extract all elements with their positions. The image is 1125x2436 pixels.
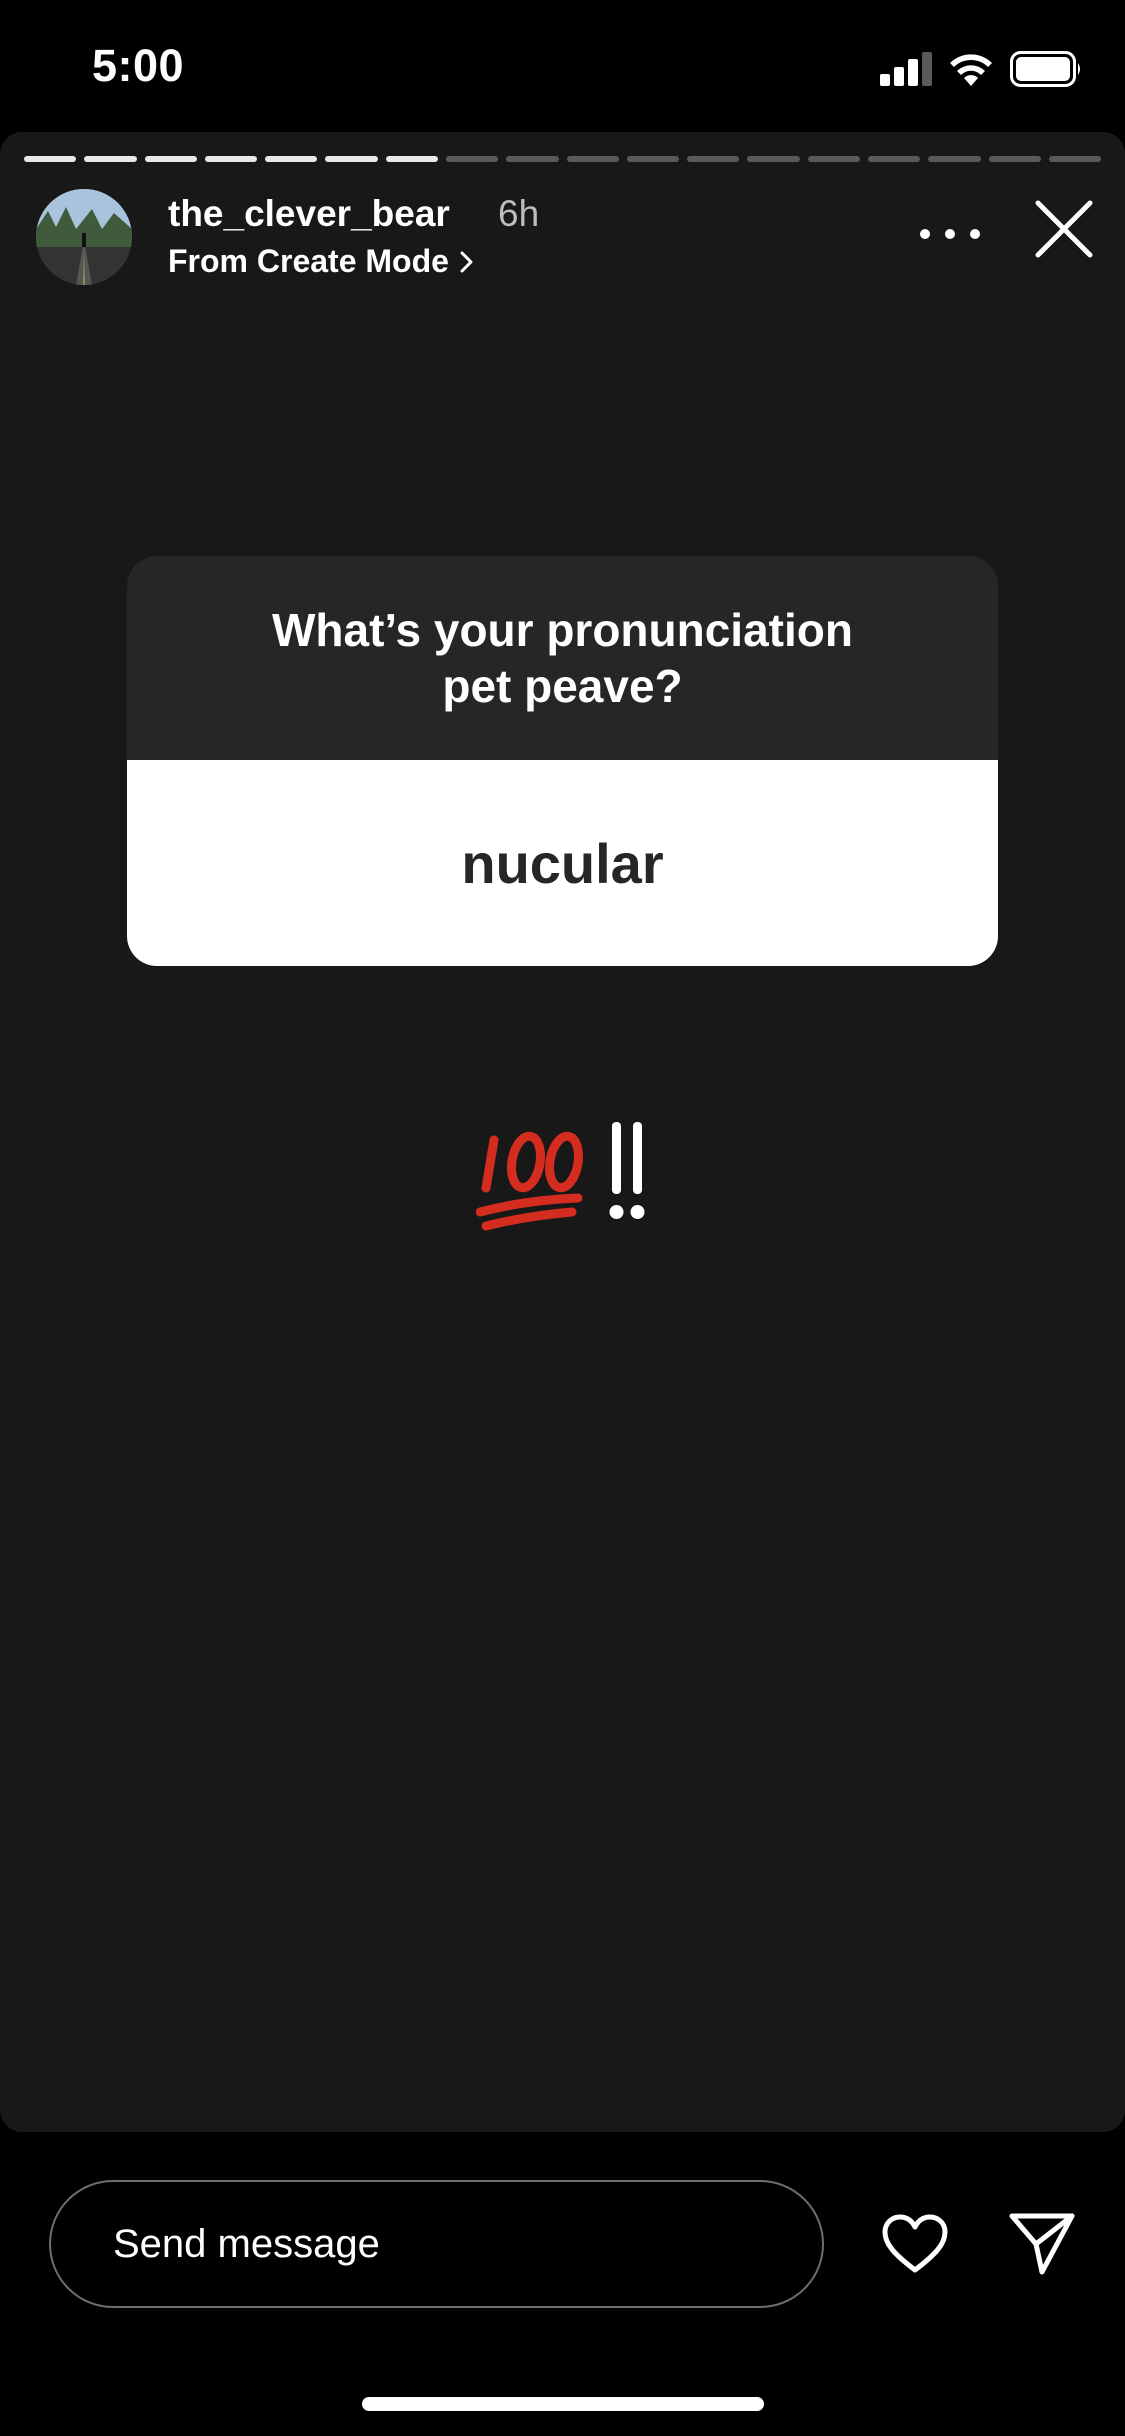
progress-segment: [1048, 156, 1102, 162]
wifi-icon: [950, 54, 992, 86]
close-icon[interactable]: [1032, 197, 1096, 261]
avatar-image: [36, 189, 132, 285]
double-exclamation: [609, 1122, 645, 1219]
avatar[interactable]: [36, 189, 132, 285]
progress-segment: [807, 156, 860, 162]
progress-segment: [325, 156, 378, 162]
more-dot: [970, 229, 980, 239]
progress-segment: [84, 156, 137, 162]
more-dot: [920, 229, 930, 239]
progress-segment: [445, 156, 499, 162]
create-mode-link[interactable]: From Create Mode: [168, 243, 475, 280]
progress-segment: [626, 156, 680, 162]
more-dot: [945, 229, 955, 239]
screen: 5:00 the_clever_bear 6h From Create Mode…: [0, 0, 1125, 2436]
sticker-answer: nucular: [127, 760, 998, 966]
battery-icon: [1010, 51, 1080, 87]
progress-segment: [24, 156, 77, 162]
send-icon[interactable]: [1008, 2210, 1076, 2276]
status-bar: 5:00: [0, 0, 1125, 130]
send-message-input[interactable]: [49, 2180, 824, 2308]
chevron-right-icon: [460, 251, 473, 272]
progress-segment: [566, 156, 619, 162]
story-header: the_clever_bear 6h From Create Mode: [36, 187, 1093, 287]
story-progress-bar: [24, 156, 1102, 162]
story-card[interactable]: the_clever_bear 6h From Create Mode What…: [0, 132, 1125, 2132]
heart-icon[interactable]: [880, 2212, 950, 2276]
question-sticker[interactable]: What’s your pronunciation pet peave? nuc…: [127, 556, 998, 966]
status-time: 5:00: [92, 40, 185, 91]
progress-segment: [747, 156, 800, 162]
story-age: 6h: [498, 193, 540, 234]
hundred-points-emoji: [476, 1122, 645, 1231]
progress-segment: [928, 156, 981, 162]
progress-segment: [988, 156, 1041, 162]
progress-segment: [204, 156, 258, 162]
home-indicator[interactable]: [362, 2397, 764, 2411]
story-username[interactable]: the_clever_bear: [168, 193, 450, 235]
progress-segment: [385, 156, 438, 162]
more-icon[interactable]: [920, 217, 980, 251]
progress-segment: [265, 156, 318, 162]
sticker-question: What’s your pronunciation pet peave?: [127, 556, 998, 760]
create-mode-label: From Create Mode: [168, 243, 449, 279]
progress-segment: [867, 156, 921, 162]
progress-segment: [687, 156, 740, 162]
progress-segment: [506, 156, 559, 162]
cellular-signal-icon: [880, 52, 932, 86]
progress-segment: [144, 156, 197, 162]
